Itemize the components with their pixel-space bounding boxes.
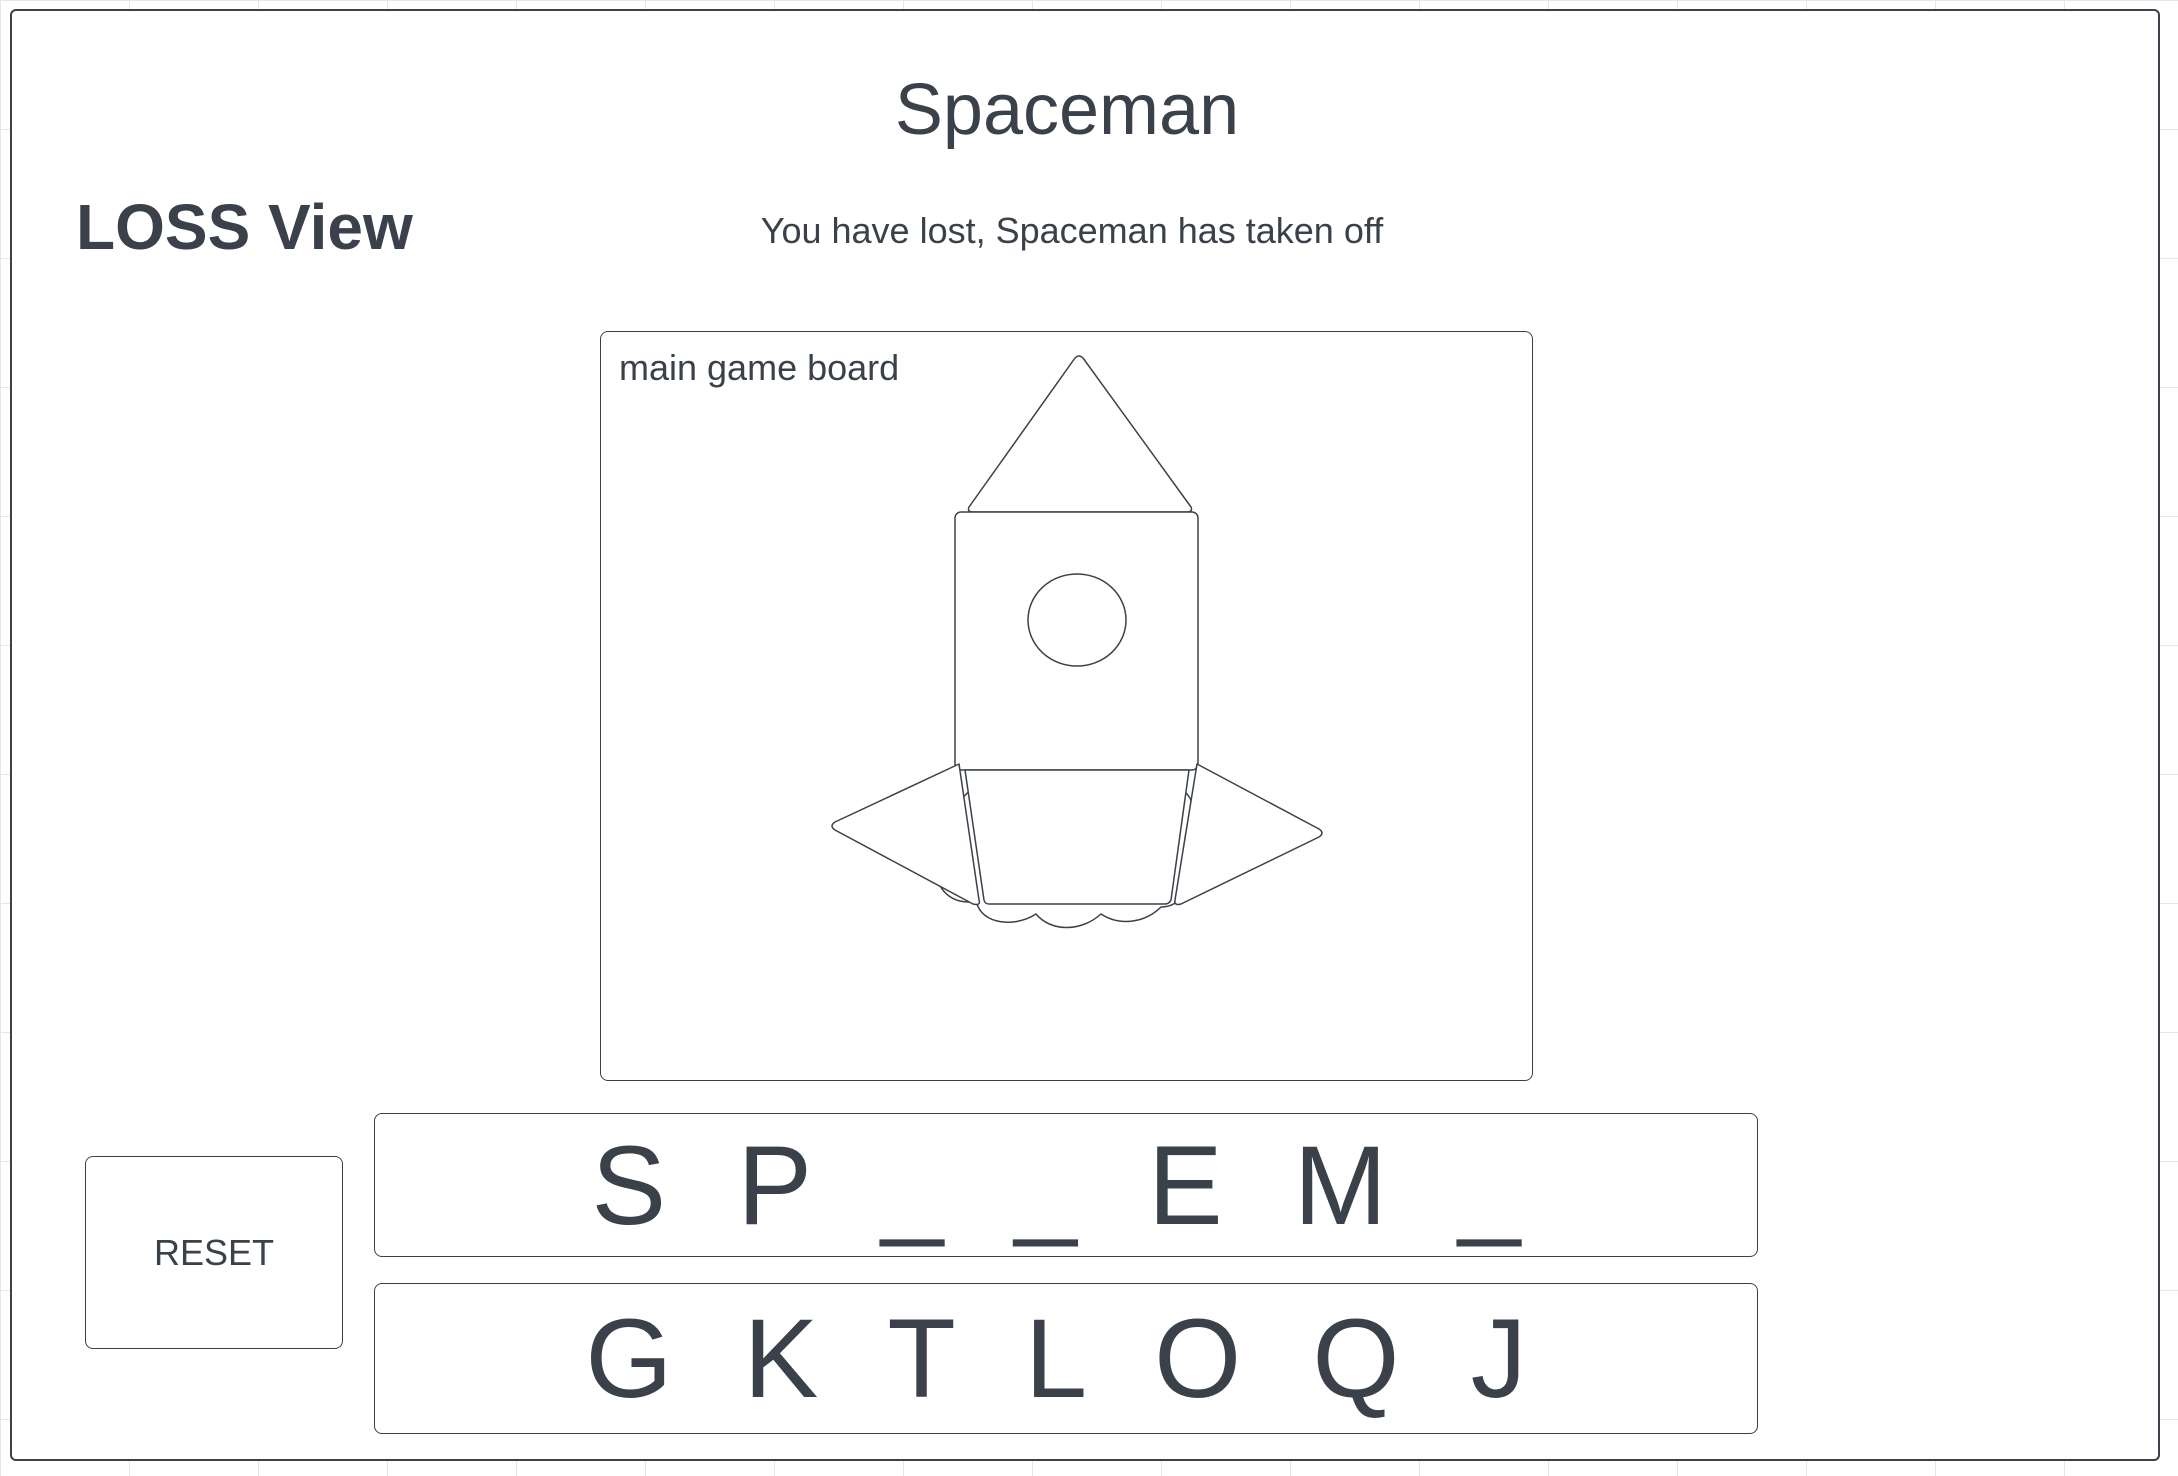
rocket-nose-cone xyxy=(967,355,1193,513)
reset-button[interactable]: RESET xyxy=(85,1156,343,1349)
rocket-right-fin xyxy=(1174,763,1323,906)
view-label: LOSS View xyxy=(76,191,413,263)
wireframe-frame: Spaceman LOSS View You have lost, Spacem… xyxy=(10,9,2160,1461)
rocket-lower-body xyxy=(964,769,1190,905)
word-display: S P _ _ E M _ xyxy=(374,1113,1758,1257)
rocket-left-fin xyxy=(831,763,981,906)
rocket-window xyxy=(1027,573,1127,667)
main-game-board: main game board xyxy=(600,331,1533,1081)
guessed-letters: G K T L O Q J xyxy=(374,1283,1758,1434)
rocket-icon xyxy=(831,355,1323,929)
status-message: You have lost, Spaceman has taken off xyxy=(760,210,1384,251)
app-title: Spaceman xyxy=(894,70,1240,150)
